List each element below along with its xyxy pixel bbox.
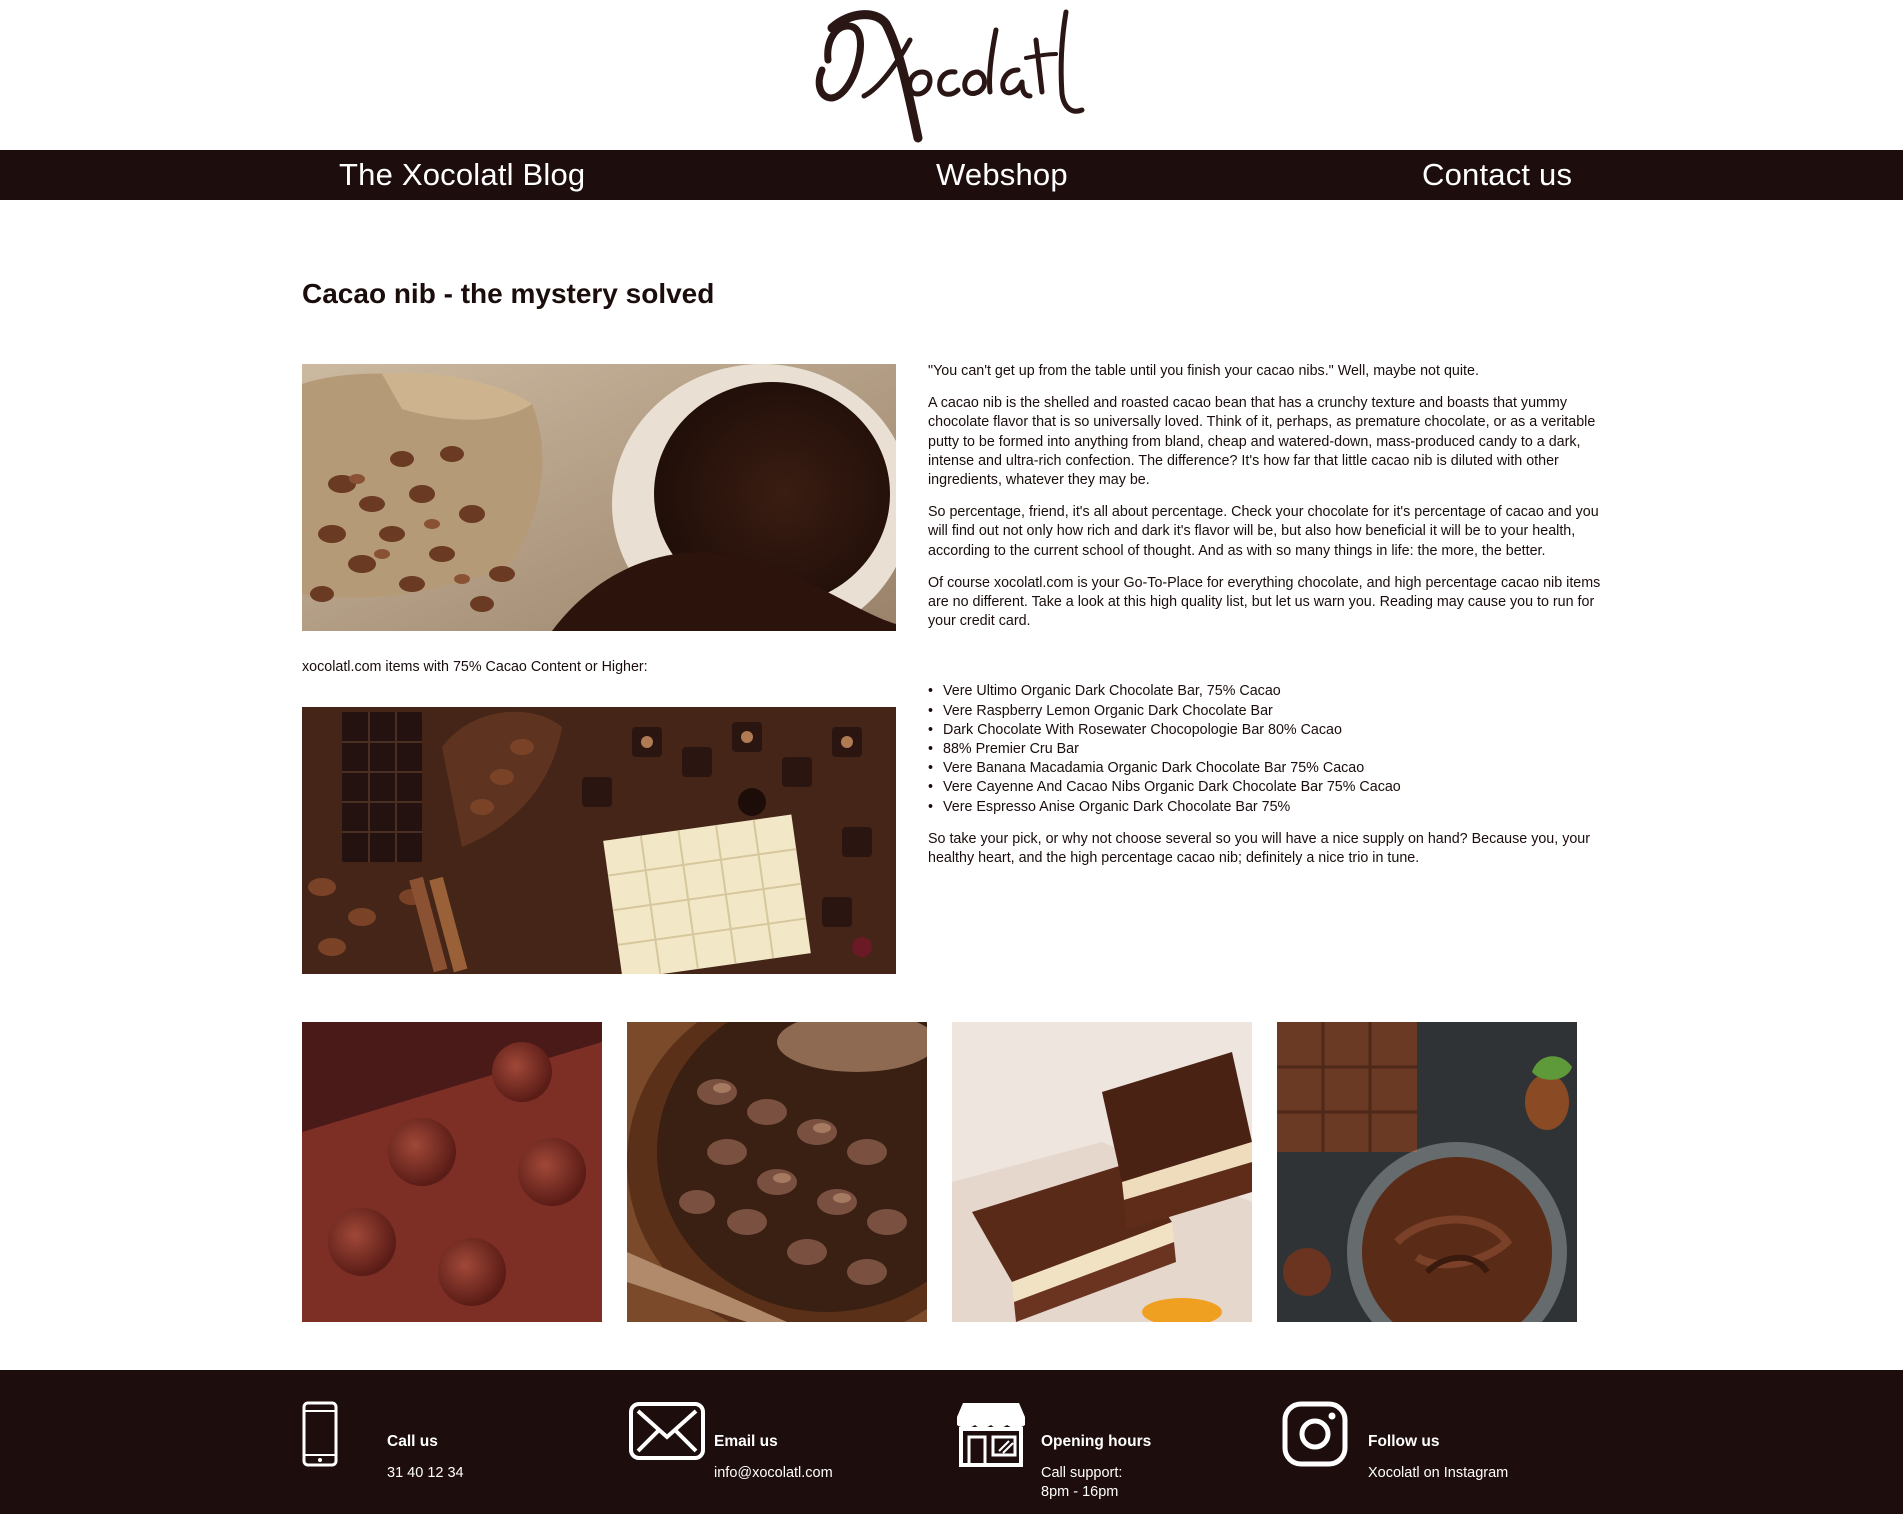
chocolate-cake-photo (952, 1022, 1252, 1322)
chocolate-spread-photo (1277, 1022, 1577, 1322)
envelope-icon (629, 1402, 705, 1460)
product-list-item: Vere Espresso Anise Organic Dark Chocola… (928, 798, 1604, 817)
product-list-item: Vere Banana Macadamia Organic Dark Choco… (928, 759, 1604, 778)
footer-follow-heading: Follow us (1368, 1433, 1440, 1450)
footer-instagram-link[interactable]: Xocolatl on Instagram (1368, 1464, 1508, 1483)
xocolatl-logo[interactable] (790, 0, 1090, 150)
phone-icon (302, 1401, 338, 1467)
article-paragraph: So percentage, friend, it's all about pe… (928, 504, 1599, 559)
product-list-item: Vere Raspberry Lemon Organic Dark Chocol… (928, 702, 1604, 721)
footer-hours-line1: Call support: (1041, 1465, 1123, 1481)
site-footer: Call us 31 40 12 34 Email us info@xocola… (0, 1370, 1903, 1514)
main-nav: The Xocolatl Blog Webshop Contact us (0, 150, 1903, 200)
article-title: Cacao nib - the mystery solved (302, 278, 715, 309)
footer-call-heading: Call us (387, 1433, 438, 1450)
article-paragraph: "You can't get up from the table until y… (928, 363, 1479, 379)
footer-hours-heading: Opening hours (1041, 1433, 1152, 1450)
list-caption: xocolatl.com items with 75% Cacao Conten… (302, 659, 648, 675)
product-list-item: Dark Chocolate With Rosewater Chocopolog… (928, 721, 1604, 740)
footer-email-heading: Email us (714, 1433, 778, 1450)
site-header (0, 0, 1903, 150)
article-paragraph: A cacao nib is the shelled and roasted c… (928, 395, 1596, 489)
nav-contact-link[interactable]: Contact us (1422, 150, 1572, 200)
product-list: Vere Ultimo Organic Dark Chocolate Bar, … (928, 682, 1604, 817)
truffles-photo (302, 1022, 602, 1322)
article-body: "You can't get up from the table until y… (928, 362, 1604, 881)
nav-webshop-link[interactable]: Webshop (936, 150, 1068, 200)
nav-blog-link[interactable]: The Xocolatl Blog (339, 150, 585, 200)
cacao-nibs-photo (302, 364, 896, 631)
footer-phone-number[interactable]: 31 40 12 34 (387, 1464, 464, 1483)
instagram-icon[interactable] (1282, 1401, 1348, 1467)
logo-script-icon (815, 9, 1085, 143)
product-list-item: 88% Premier Cru Bar (928, 740, 1604, 759)
assorted-chocolates-photo (302, 707, 896, 974)
footer-hours-line2: 8pm - 16pm (1041, 1484, 1119, 1500)
article-paragraph: Of course xocolatl.com is your Go-To-Pla… (928, 574, 1601, 630)
footer-email-address[interactable]: info@xocolatl.com (714, 1464, 833, 1483)
product-list-item: Vere Ultimo Organic Dark Chocolate Bar, … (928, 682, 1604, 701)
product-list-item: Vere Cayenne And Cacao Nibs Organic Dark… (928, 778, 1604, 797)
article-closing: So take your pick, or why not choose sev… (928, 830, 1591, 867)
shop-icon (957, 1403, 1025, 1467)
cacao-beans-photo (627, 1022, 927, 1322)
